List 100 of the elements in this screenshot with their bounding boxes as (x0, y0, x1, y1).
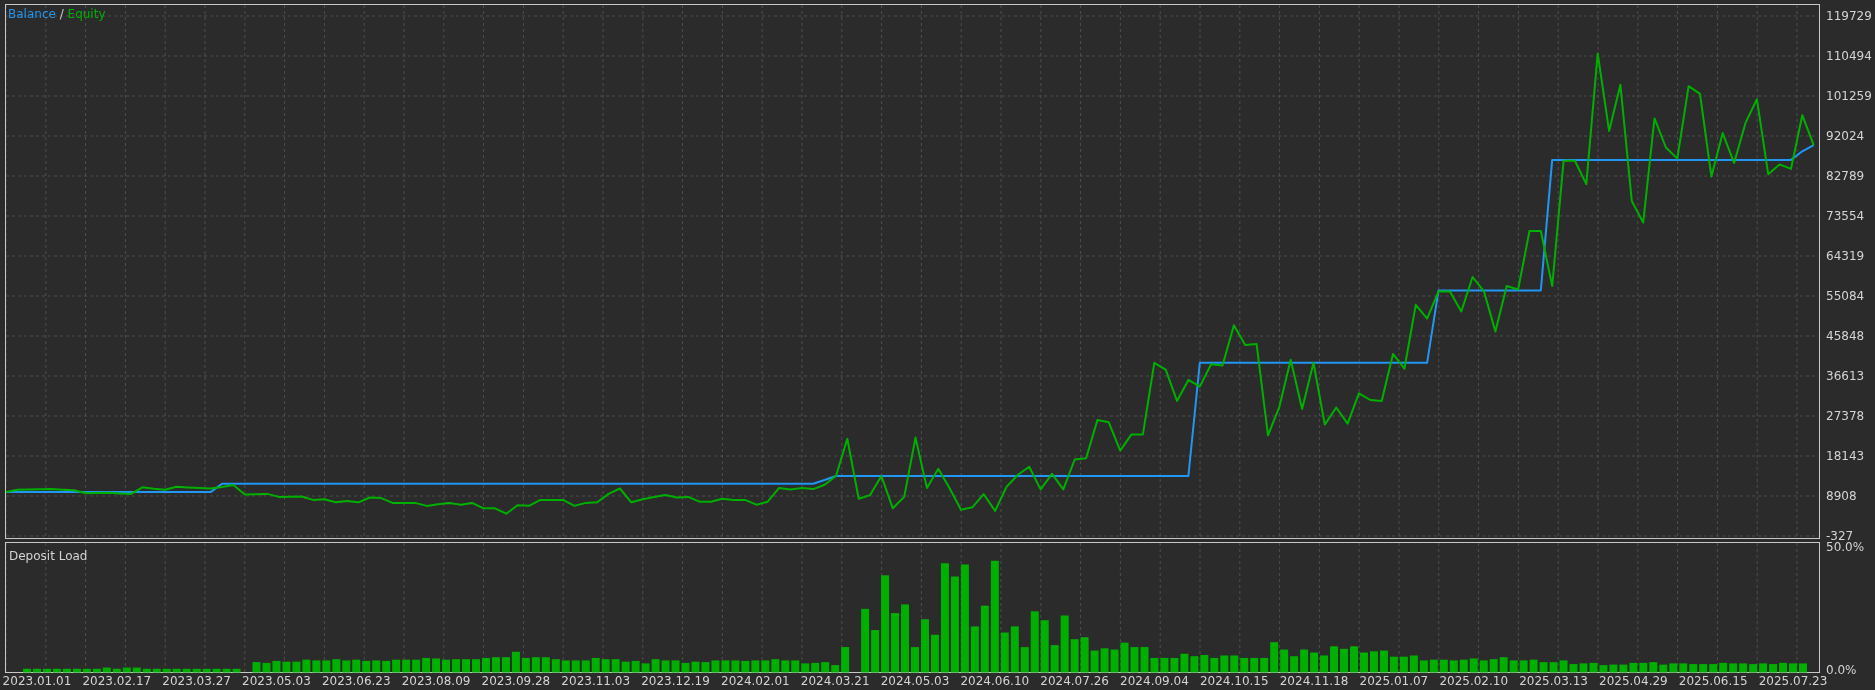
deposit-load-bar (701, 662, 710, 673)
deposit-load-bar (432, 658, 441, 673)
deposit-load-bar (332, 659, 341, 673)
axis-label: 2023.06.23 (321, 675, 391, 688)
axis-label: 2024.03.21 (800, 675, 870, 688)
deposit-load-bar (23, 668, 31, 673)
deposit-load-bar (1110, 649, 1119, 673)
axis-label: 2024.10.15 (1199, 675, 1269, 688)
deposit-load-bar (731, 660, 740, 673)
axis-label: 92024 (1826, 129, 1865, 143)
axis-label: -327 (1826, 529, 1854, 541)
deposit-load-bar (1659, 664, 1668, 673)
deposit-load-bar (481, 657, 490, 673)
deposit-load-bar (751, 660, 760, 673)
axis-label: 2025.04.29 (1599, 675, 1668, 688)
axis-label: 2023.08.09 (401, 675, 471, 688)
axis-label: 2023.03.27 (162, 675, 231, 688)
deposit-load-bar (911, 647, 919, 673)
deposit-load-bar (771, 659, 780, 673)
deposit-load-bar (681, 662, 690, 673)
axis-label: 2023.05.03 (242, 675, 311, 688)
deposit-load-bar (1290, 656, 1299, 673)
deposit-load-bar (1519, 660, 1528, 673)
deposit-load-bar (1539, 662, 1548, 673)
deposit-load-bar (571, 660, 580, 673)
axis-label: 2023.09.28 (481, 675, 551, 688)
deposit-load-bar (531, 657, 540, 673)
deposit-load-bar (761, 660, 770, 673)
deposit-load-bar (1759, 663, 1768, 673)
deposit-load-bar (741, 660, 750, 673)
deposit-load-bar (1369, 651, 1378, 673)
axis-label: 110494 (1826, 49, 1872, 63)
deposit-load-bar (342, 660, 351, 673)
deposit-load-bar (541, 657, 550, 673)
deposit-load-bar (252, 662, 261, 673)
axis-label: 2025.07.23 (1758, 675, 1828, 688)
deposit-load-bar (1379, 650, 1388, 673)
deposit-load-bar (292, 661, 301, 673)
deposit-load-bar (561, 660, 570, 673)
deposit-load-bar (392, 659, 401, 673)
deposit-load-bar (591, 657, 600, 673)
deposit-load-bar (302, 659, 311, 673)
deposit-load-bar (821, 662, 830, 673)
deposit-load-bar (322, 660, 331, 673)
deposit-load-bar (1739, 663, 1748, 673)
deposit-load-bar (1429, 659, 1438, 673)
axis-label: 2024.09.04 (1120, 675, 1189, 688)
panel-title: Deposit Load (9, 549, 88, 563)
deposit-load-bar (1579, 663, 1588, 673)
deposit-load-bar (1769, 664, 1778, 673)
axis-label: 73554 (1826, 209, 1865, 223)
deposit-load-bar (1669, 663, 1678, 673)
axis-label: 55084 (1826, 289, 1865, 303)
deposit-load-bar (491, 657, 500, 673)
legend-label: Balance (8, 7, 56, 21)
deposit-load-bar (282, 661, 291, 673)
deposit-load-bar (1629, 662, 1638, 673)
deposit-load-bar (1280, 649, 1289, 673)
deposit-load-bar (1409, 655, 1418, 673)
deposit-load-bar (1619, 664, 1628, 673)
axis-label: 2023.12.19 (641, 675, 710, 688)
deposit-load-bar (422, 657, 431, 673)
axis-label: 2024.05.03 (880, 675, 950, 688)
deposit-load-bar (801, 663, 810, 673)
deposit-load-bar (402, 659, 411, 673)
axis-label: 2024.02.01 (721, 675, 790, 688)
axis-label: 2023.01.01 (2, 675, 72, 688)
deposit-load-bar (1240, 657, 1249, 673)
deposit-load-bar (621, 661, 630, 673)
deposit-load-bar (671, 660, 680, 673)
deposit-load-bar (631, 660, 640, 673)
deposit-load-bar (1589, 662, 1598, 673)
deposit-load-bar (1449, 660, 1458, 673)
deposit-load-bar (1749, 664, 1758, 673)
axis-label: 2024.11.18 (1279, 675, 1349, 688)
legend-label: Equity (67, 7, 106, 21)
deposit-load-bar (691, 661, 700, 673)
deposit-load-bar (1779, 662, 1788, 673)
deposit-load-bar (1250, 657, 1259, 673)
deposit-load-bar (1310, 652, 1319, 673)
deposit-load-bar (362, 660, 371, 673)
deposit-load-bar (1419, 660, 1428, 673)
deposit-load-bar (1459, 659, 1468, 673)
deposit-load-bar (1549, 662, 1558, 673)
deposit-load-bar (581, 660, 590, 673)
deposit-load-bar (1609, 664, 1618, 673)
deposit-load-bar (1210, 657, 1219, 673)
deposit-load-bar (791, 660, 800, 673)
deposit-load-bar (1180, 653, 1189, 673)
deposit-load-bar (372, 660, 381, 673)
deposit-load-bar (1220, 655, 1229, 673)
deposit-load-bar (272, 660, 281, 673)
deposit-load-bar (1689, 664, 1698, 673)
axis-label: 2025.06.15 (1678, 675, 1748, 688)
deposit-load-bar (1719, 662, 1728, 673)
deposit-load-bar (1529, 659, 1538, 673)
deposit-load-bar (452, 659, 461, 673)
legend-separator: / (59, 7, 64, 21)
deposit-load-bar (511, 651, 520, 673)
deposit-load-bar (382, 660, 391, 673)
